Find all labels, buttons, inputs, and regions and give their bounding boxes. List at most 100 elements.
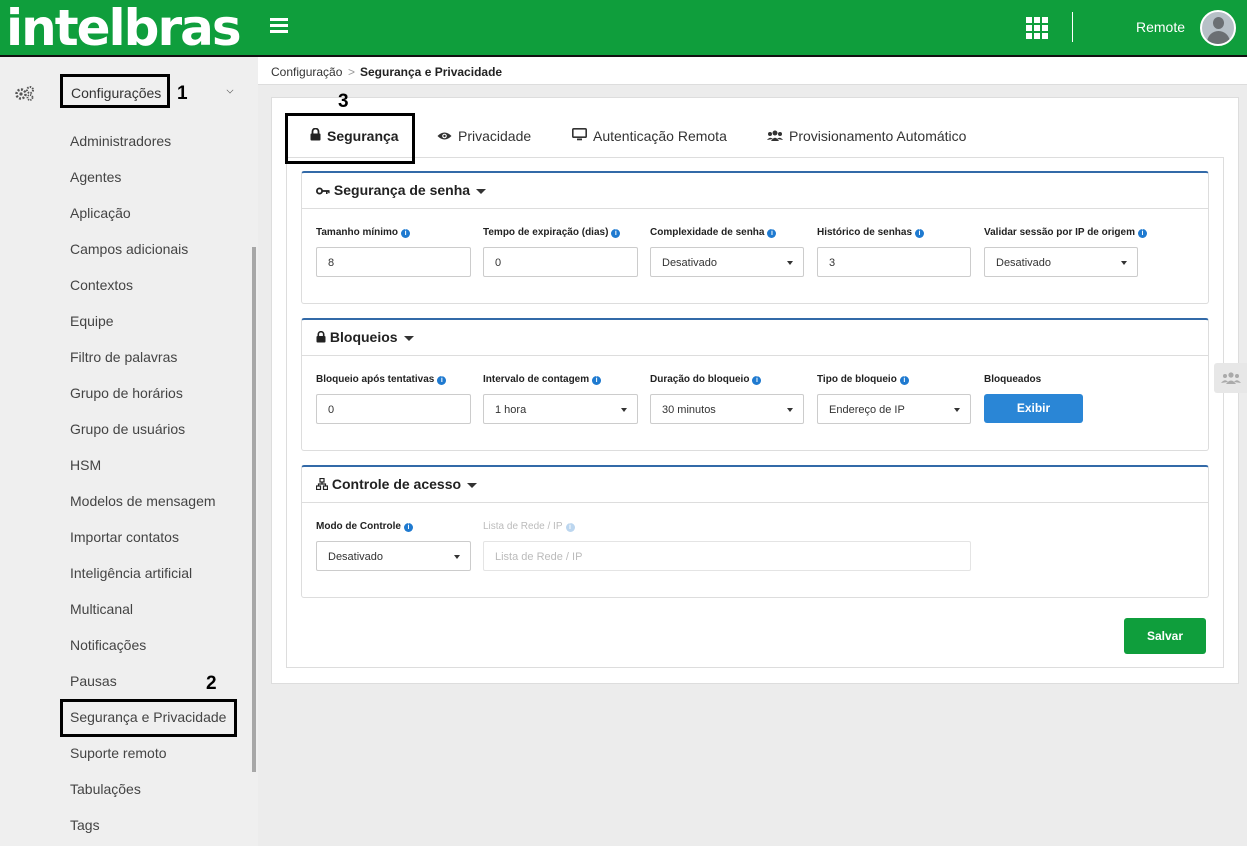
caret-down-icon (1121, 261, 1127, 265)
info-icon[interactable]: i (592, 376, 602, 385)
sidebar-scrollbar[interactable] (252, 247, 256, 772)
eye-icon (437, 128, 452, 144)
tab-privacidade[interactable]: Privacidade (437, 128, 531, 144)
complexity-select[interactable]: Desativado (650, 247, 804, 277)
section-title: Segurança de senha (333, 182, 471, 198)
info-icon[interactable]: i (401, 229, 411, 238)
key-icon (316, 182, 330, 198)
caret-down-icon (467, 482, 478, 488)
info-icon[interactable]: i (899, 376, 909, 385)
attempts-input[interactable]: 0 (316, 394, 471, 424)
info-icon: i (565, 523, 575, 532)
tab-autenticacao-remota[interactable]: Autenticação Remota (572, 128, 727, 144)
sidebar-item-agentes[interactable]: Agentes (70, 169, 121, 185)
ip-session-select[interactable]: Desativado (984, 247, 1138, 277)
sidebar-item-filtro-de-palavras[interactable]: Filtro de palavras (70, 349, 177, 365)
apps-grid-icon[interactable] (1026, 17, 1048, 39)
interval-select[interactable]: 1 hora (483, 394, 638, 424)
caret-down-icon (787, 261, 793, 265)
duration-select[interactable]: 30 minutos (650, 394, 804, 424)
avatar[interactable] (1200, 10, 1236, 46)
password-section-toggle[interactable]: Segurança de senha (316, 182, 487, 198)
section-title: Bloqueios (329, 329, 398, 345)
min-size-input[interactable]: 8 (316, 247, 471, 277)
sidebar-item-inteligencia-artificial[interactable]: Inteligência artificial (70, 565, 192, 581)
users-panel-tab[interactable] (1214, 363, 1247, 393)
sidebar-item-notificacoes[interactable]: Notificações (70, 637, 146, 653)
sidebar-item-importar-contatos[interactable]: Importar contatos (70, 529, 179, 545)
sidebar-item-pausas[interactable]: Pausas (70, 673, 117, 689)
monitor-icon (572, 128, 587, 144)
control-mode-label: Modo de Controle i (316, 521, 413, 532)
annotation-number-1: 1 (177, 83, 188, 104)
sidebar-item-multicanal[interactable]: Multicanal (70, 601, 133, 617)
breadcrumb-home[interactable]: Configuração (271, 65, 342, 79)
sidebar-item-modelos-de-mensagem[interactable]: Modelos de mensagem (70, 493, 216, 509)
annotation-box-3 (285, 113, 415, 164)
sidebar-item-grupo-de-usuarios[interactable]: Grupo de usuários (70, 421, 185, 437)
gears-icon (14, 85, 36, 101)
sidebar-item-grupo-de-horarios[interactable]: Grupo de horários (70, 385, 183, 401)
breadcrumb: Configuração > Segurança e Privacidade (258, 57, 1247, 85)
hamburger-menu-icon[interactable] (270, 18, 288, 34)
show-blocked-button[interactable]: Exibir (984, 394, 1083, 423)
sidebar-item-campos-adicionais[interactable]: Campos adicionais (70, 241, 188, 257)
lock-section-toggle[interactable]: Bloqueios (316, 329, 414, 345)
info-icon[interactable]: i (437, 376, 447, 385)
chevron-down-icon[interactable] (226, 86, 234, 94)
blocked-label: Bloqueados (984, 374, 1042, 385)
history-input[interactable]: 3 (817, 247, 971, 277)
sidebar-item-aplicacao[interactable]: Aplicação (70, 205, 131, 221)
sidebar-item-hsm[interactable]: HSM (70, 457, 101, 473)
caret-down-icon (621, 408, 627, 412)
section-title: Controle de acesso (331, 476, 462, 492)
network-list-label: Lista de Rede / IP i (483, 521, 575, 532)
info-icon[interactable]: i (611, 229, 621, 238)
sidebar-item-tabulacoes[interactable]: Tabulações (70, 781, 141, 797)
info-icon[interactable]: i (767, 229, 777, 238)
divider (1072, 12, 1073, 42)
brand-logo[interactable]: intelbras (6, 0, 242, 56)
network-icon (315, 476, 329, 492)
min-size-label: Tamanho mínimo i (316, 227, 411, 238)
sidebar-item-tags[interactable]: Tags (70, 817, 100, 833)
interval-label: Intervalo de contagem i (483, 374, 602, 385)
sidebar-item-contextos[interactable]: Contextos (70, 277, 133, 293)
tab-label: Privacidade (458, 128, 532, 144)
annotation-number-2: 2 (206, 673, 217, 694)
complexity-label: Complexidade de senha i (650, 227, 777, 238)
lock-icon (316, 329, 326, 345)
caret-down-icon (403, 335, 414, 341)
sidebar-item-equipe[interactable]: Equipe (70, 313, 114, 329)
tab-provisionamento-automatico[interactable]: Provisionamento Automático (767, 128, 966, 144)
info-icon[interactable]: i (404, 523, 413, 532)
control-mode-select[interactable]: Desativado (316, 541, 471, 571)
attempts-label: Bloqueio após tentativas i (316, 374, 447, 385)
network-list-input: Lista de Rede / IP (483, 541, 971, 571)
ip-session-label: Validar sessão por IP de origem i (984, 227, 1147, 238)
lock-type-select[interactable]: Endereço de IP (817, 394, 971, 424)
caret-down-icon (454, 555, 460, 559)
expiration-label: Tempo de expiração (dias) i (483, 227, 621, 238)
sidebar-item-suporte-remoto[interactable]: Suporte remoto (70, 745, 167, 761)
annotation-number-3: 3 (338, 91, 349, 112)
breadcrumb-current: Segurança e Privacidade (360, 65, 503, 79)
caret-down-icon (954, 408, 960, 412)
top-bar: intelbras Remote (0, 0, 1247, 57)
sidebar-item-administradores[interactable]: Administradores (70, 133, 171, 149)
info-icon[interactable]: i (752, 376, 762, 385)
duration-label: Duração do bloqueio i (650, 374, 762, 385)
tab-label: Autenticação Remota (593, 128, 727, 144)
info-icon[interactable]: i (1138, 229, 1147, 238)
annotation-box-2 (60, 699, 237, 737)
users-icon (767, 128, 783, 144)
save-button[interactable]: Salvar (1124, 618, 1206, 654)
caret-down-icon (787, 408, 793, 412)
caret-down-icon (476, 188, 487, 194)
history-label: Histórico de senhas i (817, 227, 925, 238)
expiration-input[interactable]: 0 (483, 247, 638, 277)
access-section-toggle[interactable]: Controle de acesso (315, 476, 478, 492)
tab-label: Provisionamento Automático (789, 128, 967, 144)
info-icon[interactable]: i (915, 229, 925, 238)
user-name[interactable]: Remote (1136, 19, 1185, 35)
